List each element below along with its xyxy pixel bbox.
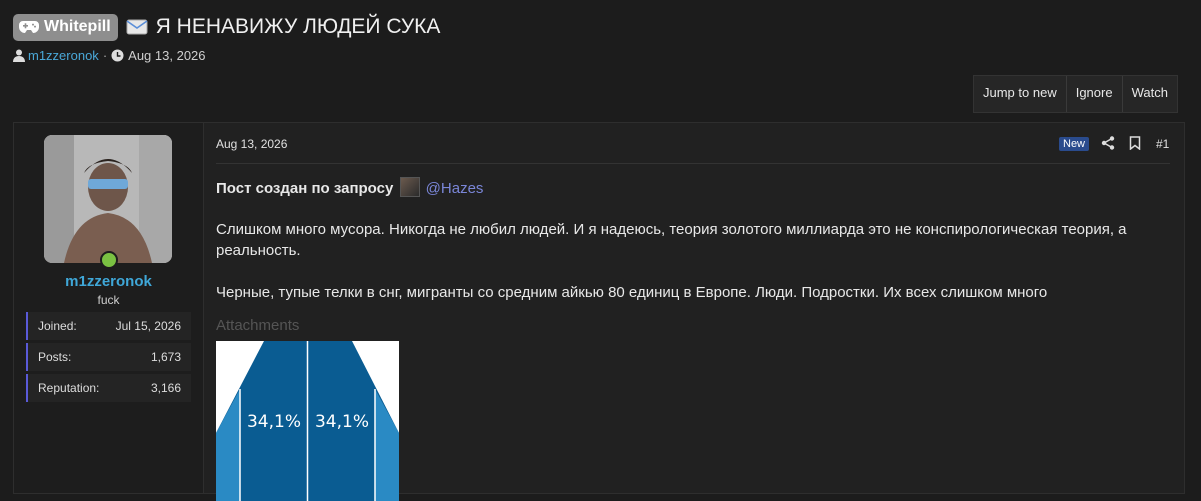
post-request-line: Пост создан по запросу @Hazes [216, 177, 1166, 199]
gamepad-icon [19, 21, 39, 33]
avatar[interactable] [44, 135, 172, 263]
mention-link[interactable]: @Hazes [426, 180, 484, 197]
clock-icon [111, 49, 124, 62]
post-paragraph-1: Слишком много мусора. Никогда не любил л… [216, 221, 1127, 259]
post-username[interactable]: m1zzeronok [14, 273, 203, 290]
watch-button[interactable]: Watch [1123, 76, 1177, 112]
thread-actions: Jump to new Ignore Watch [973, 75, 1178, 113]
stat-reputation: Reputation: 3,166 [26, 374, 191, 402]
thread-title-row: Whitepill Я НЕНАВИЖУ ЛЮДЕЙ СУКА [13, 12, 440, 42]
stat-label: Reputation: [38, 381, 100, 395]
thread-author-link[interactable]: m1zzeronok [28, 48, 99, 63]
mention-avatar [399, 177, 420, 197]
thread-date[interactable]: Aug 13, 2026 [128, 48, 205, 63]
request-text: Пост создан по запросу [216, 180, 394, 197]
jump-to-new-button[interactable]: Jump to new [974, 76, 1067, 112]
attachment-image[interactable]: 34,1% 34,1% [216, 341, 399, 501]
avatar-image [44, 135, 172, 263]
stat-value: 1,673 [150, 350, 181, 364]
stat-label: Posts: [38, 350, 72, 364]
new-badge: New [1059, 137, 1090, 151]
share-icon[interactable] [1101, 136, 1115, 150]
stat-value: 3,166 [150, 381, 181, 395]
user-icon [13, 49, 25, 62]
thread-title: Я НЕНАВИЖУ ЛЮДЕЙ СУКА [155, 15, 441, 38]
prefix-label: Whitepill [44, 18, 111, 35]
attachments-label: Attachments [216, 317, 300, 334]
ignore-button[interactable]: Ignore [1067, 76, 1123, 112]
post-user-cell: m1zzeronok fuck Joined: Jul 15, 2026 Pos… [14, 123, 204, 493]
stat-value: Jul 15, 2026 [115, 319, 181, 333]
attachment-label-right: 34,1% [315, 412, 369, 432]
stat-posts: Posts: 1,673 [26, 343, 191, 371]
meta-separator: · [102, 48, 108, 63]
bookmark-icon[interactable] [1129, 136, 1141, 150]
online-status-indicator [100, 251, 118, 269]
user-title: fuck [97, 293, 120, 307]
attachment-label-left: 34,1% [247, 412, 301, 432]
post: m1zzeronok fuck Joined: Jul 15, 2026 Pos… [13, 122, 1185, 501]
stat-joined: Joined: Jul 15, 2026 [26, 312, 191, 340]
post-paragraph-2: Черные, тупые телки в снг, мигранты со с… [216, 284, 1048, 301]
post-divider [216, 163, 1170, 164]
post-date[interactable]: Aug 13, 2026 [216, 137, 287, 151]
thread-meta: m1zzeronok · Aug 13, 2026 [13, 48, 206, 63]
envelope-icon [126, 19, 148, 35]
post-number[interactable]: #1 [1156, 137, 1169, 151]
stat-label: Joined: [38, 319, 77, 333]
thread-prefix[interactable]: Whitepill [13, 13, 118, 41]
